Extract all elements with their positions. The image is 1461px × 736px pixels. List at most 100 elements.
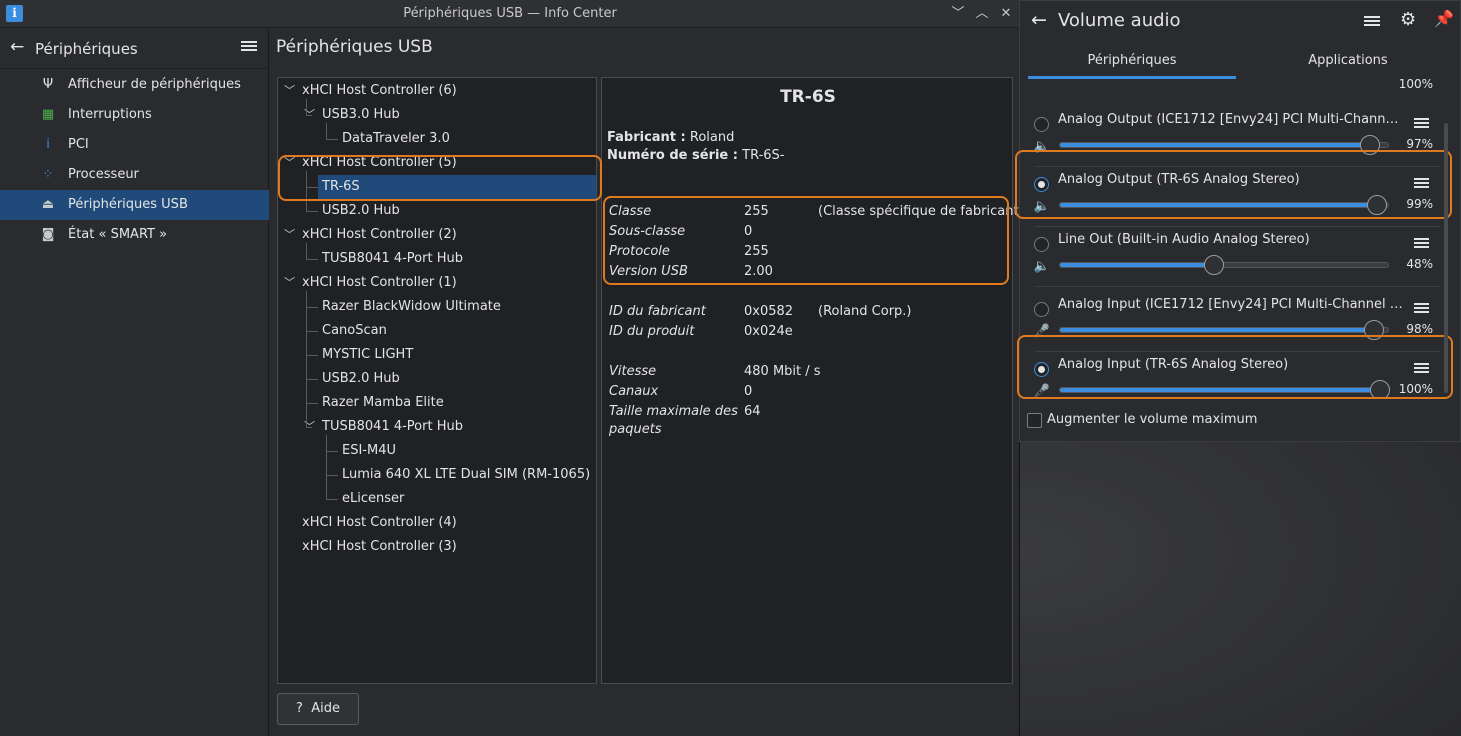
volume-percent: 98% bbox=[1406, 322, 1433, 336]
default-device-radio[interactable] bbox=[1034, 302, 1049, 317]
volume-slider[interactable] bbox=[1059, 320, 1389, 340]
tree-connector bbox=[306, 243, 307, 259]
tree-connector bbox=[326, 123, 327, 139]
drive-icon: ⏏ bbox=[41, 197, 55, 212]
tree-item[interactable]: USB2.0 Hub bbox=[278, 199, 596, 223]
sidebar-item[interactable]: ⏏ Périphériques USB bbox=[0, 190, 269, 220]
cpu-icon: ⁘ bbox=[42, 167, 54, 182]
tree-connector bbox=[306, 291, 307, 427]
hamburger-menu-icon[interactable] bbox=[241, 39, 257, 55]
tree-item[interactable]: CanoScan bbox=[278, 319, 596, 343]
sidebar-item[interactable]: Ψ Afficheur de périphériques bbox=[0, 70, 269, 100]
device-menu-icon[interactable] bbox=[1414, 301, 1429, 315]
default-device-radio[interactable] bbox=[1034, 237, 1049, 252]
sidebar-header: ← Périphériques bbox=[0, 29, 269, 69]
tree-item[interactable]: MYSTIC LIGHT bbox=[278, 343, 596, 367]
info-icon: i bbox=[46, 137, 50, 152]
partial-device-row: 100% bbox=[1025, 79, 1447, 107]
tree-item[interactable]: xHCI Host Controller (6) bbox=[278, 79, 596, 103]
tree-item-label: Razer Mamba Elite bbox=[322, 395, 444, 410]
audio-device-row: Line Out (Built-in Audio Analog Stereo) 🔈… bbox=[1025, 227, 1447, 287]
sidebar-item[interactable]: ◙ État « SMART » bbox=[0, 220, 269, 250]
audio-device-name: Analog Output (ICE1712 [Envy24] PCI Mult… bbox=[1058, 112, 1403, 127]
tree-connector bbox=[306, 307, 318, 308]
close-button[interactable]: ✕ bbox=[996, 4, 1016, 24]
highlight-tr6s-input bbox=[1017, 335, 1453, 399]
tree-connector bbox=[306, 99, 307, 115]
tree-item-label: xHCI Host Controller (2) bbox=[302, 227, 457, 242]
sidebar-item-label: Interruptions bbox=[68, 107, 152, 122]
hamburger-menu-icon[interactable] bbox=[1364, 14, 1380, 28]
device-details-panel: TR-6S Fabricant : Roland Numéro de série… bbox=[601, 77, 1024, 684]
device-menu-icon[interactable] bbox=[1414, 116, 1429, 130]
volume-slider-fill bbox=[1060, 143, 1371, 147]
tree-connector bbox=[306, 259, 318, 260]
maximize-button[interactable]: ︿ bbox=[972, 4, 992, 24]
pin-icon[interactable]: 📌 bbox=[1434, 9, 1454, 28]
tree-item[interactable]: USB2.0 Hub bbox=[278, 367, 596, 391]
packet-size-label-line1: Taille maximale des bbox=[609, 404, 738, 419]
help-button[interactable]: ? Aide bbox=[277, 693, 359, 725]
sidebar-item-label: État « SMART » bbox=[68, 227, 168, 242]
tree-item[interactable]: Razer Mamba Elite bbox=[278, 391, 596, 415]
tree-item-label: CanoScan bbox=[322, 323, 387, 338]
sidebar-item-label: Périphériques USB bbox=[68, 197, 188, 212]
tab-devices[interactable]: Périphériques bbox=[1028, 45, 1236, 79]
tree-item-label: eLicenser bbox=[342, 491, 405, 506]
tree-item[interactable]: xHCI Host Controller (4) bbox=[278, 511, 596, 535]
tree-item-label: xHCI Host Controller (1) bbox=[302, 275, 457, 290]
device-name: TR-6S bbox=[780, 87, 836, 107]
tree-item-label: xHCI Host Controller (3) bbox=[302, 539, 457, 554]
packet-size-label-line2: paquets bbox=[609, 422, 662, 437]
tree-item[interactable]: xHCI Host Controller (2) bbox=[278, 223, 596, 247]
volume-slider-handle[interactable] bbox=[1203, 255, 1224, 275]
raise-max-volume-checkbox[interactable] bbox=[1027, 413, 1042, 428]
highlight-selected-device bbox=[278, 155, 602, 201]
device-menu-icon[interactable] bbox=[1414, 236, 1429, 250]
sidebar-item[interactable]: ⁘ Processeur bbox=[0, 160, 269, 190]
volume-slider-fill bbox=[1060, 263, 1214, 267]
sidebar-item[interactable]: i PCI bbox=[0, 130, 269, 160]
tab-applications[interactable]: Applications bbox=[1240, 45, 1456, 79]
serial-label: Numéro de série : bbox=[607, 148, 738, 163]
tree-item-label: TUSB8041 4-Port Hub bbox=[322, 251, 463, 266]
expand-chevron-icon[interactable]: ﹀ bbox=[284, 277, 296, 289]
separator bbox=[1035, 286, 1440, 287]
tree-item[interactable]: xHCI Host Controller (1) bbox=[278, 271, 596, 295]
volume-percent: 97% bbox=[1406, 137, 1433, 151]
gear-icon[interactable]: ⚙ bbox=[1400, 9, 1416, 30]
volume-slider[interactable] bbox=[1059, 255, 1389, 275]
help-icon: ? bbox=[296, 701, 303, 716]
minimize-button[interactable]: ﹀ bbox=[948, 4, 968, 24]
tree-item[interactable]: xHCI Host Controller (3) bbox=[278, 535, 596, 559]
sidebar-item-label: Processeur bbox=[68, 167, 139, 182]
back-arrow-icon[interactable]: ← bbox=[1031, 9, 1047, 31]
manufacturer-label: Fabricant : bbox=[607, 130, 686, 145]
tree-connector bbox=[306, 355, 318, 356]
tree-item-label: xHCI Host Controller (6) bbox=[302, 83, 457, 98]
expand-chevron-icon[interactable]: ﹀ bbox=[284, 229, 296, 241]
default-device-radio[interactable] bbox=[1034, 117, 1049, 132]
partial-volume-percent: 100% bbox=[1398, 79, 1433, 91]
expand-chevron-icon[interactable]: ﹀ bbox=[284, 85, 296, 97]
speed-value: 480 Mbit / s bbox=[744, 364, 821, 379]
sidebar-item[interactable]: ▦ Interruptions bbox=[0, 100, 269, 130]
vendor-id-label: ID du fabricant bbox=[609, 304, 706, 319]
manufacturer-value: Roland bbox=[689, 130, 735, 145]
volume-slider[interactable] bbox=[1059, 135, 1389, 155]
tree-item[interactable]: Razer BlackWidow Ultimate bbox=[278, 295, 596, 319]
info-center-window: i Périphériques USB — Info Center ﹀ ︿ ✕ … bbox=[0, 0, 1024, 736]
tree-item-label: USB2.0 Hub bbox=[322, 203, 400, 218]
channels-value: 0 bbox=[744, 384, 753, 399]
window-title: Périphériques USB — Info Center bbox=[403, 6, 617, 21]
product-id-value: 0x024e bbox=[744, 324, 793, 339]
back-arrow-icon[interactable]: ← bbox=[10, 37, 24, 57]
speaker-icon[interactable]: 🔈 bbox=[1033, 259, 1051, 274]
tree-connector bbox=[326, 139, 338, 140]
scrollbar[interactable] bbox=[1444, 123, 1448, 393]
tree-item-label: Razer BlackWidow Ultimate bbox=[322, 299, 501, 314]
volume-slider-fill bbox=[1060, 328, 1374, 332]
tree-item[interactable]: TUSB8041 4-Port Hub bbox=[278, 247, 596, 271]
highlight-tr6s-output bbox=[1015, 150, 1452, 219]
product-id-label: ID du produit bbox=[609, 324, 695, 339]
